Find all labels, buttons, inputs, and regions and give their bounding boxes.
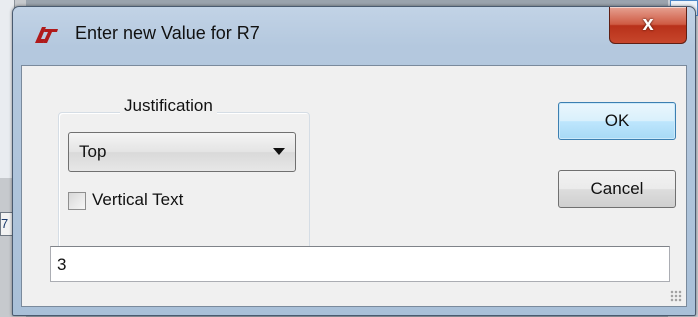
vertical-text-checkbox[interactable] — [68, 192, 86, 210]
ltspice-logo-icon — [35, 27, 58, 43]
justification-label: Justification — [120, 96, 217, 116]
ok-button[interactable]: OK — [558, 102, 676, 140]
justification-select[interactable]: Top — [68, 132, 296, 172]
chevron-down-icon[interactable] — [273, 148, 285, 155]
title-bar[interactable]: Enter new Value for R7 x — [13, 7, 695, 59]
value-input[interactable]: 3 — [50, 246, 670, 282]
value-dialog: Enter new Value for R7 x Justification T… — [12, 6, 696, 316]
dialog-content: Justification Top Vertical Text OK Cance… — [21, 65, 687, 307]
close-button[interactable]: x — [609, 7, 687, 44]
close-icon: x — [642, 13, 654, 35]
dialog-title: Enter new Value for R7 — [75, 23, 260, 43]
vertical-text-label[interactable]: Vertical Text — [92, 190, 183, 210]
cancel-button[interactable]: Cancel — [558, 170, 676, 208]
resize-grip-icon[interactable] — [670, 290, 682, 302]
justification-value: Top — [79, 142, 107, 161]
